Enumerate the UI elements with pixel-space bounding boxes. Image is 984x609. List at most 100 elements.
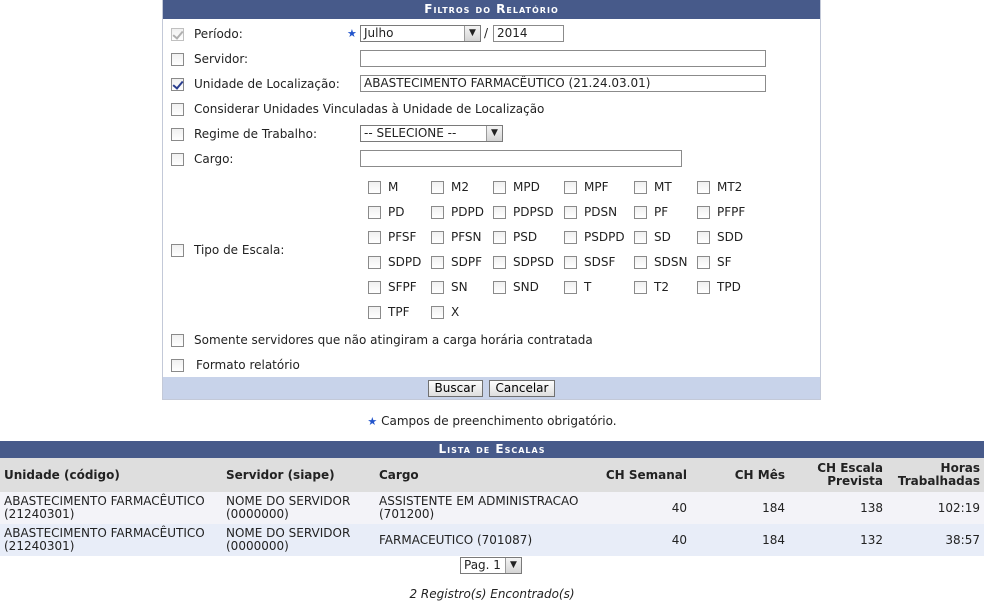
scale-option-snd[interactable]: SND — [493, 280, 539, 294]
scale-option-checkbox[interactable] — [634, 280, 647, 294]
scale-option-checkbox[interactable] — [634, 230, 647, 244]
scale-option-sdd[interactable]: SDD — [697, 230, 743, 244]
page-select[interactable]: Pag. 1 ▼ — [460, 557, 522, 574]
scale-option-sdsf[interactable]: SDSF — [564, 255, 615, 269]
scale-option-checkbox[interactable] — [493, 280, 506, 294]
scale-option-checkbox[interactable] — [368, 305, 381, 319]
scale-option-x[interactable]: X — [431, 305, 459, 319]
buscar-button[interactable]: Buscar — [427, 379, 483, 397]
somente-checkbox[interactable] — [171, 333, 184, 347]
scale-option-tpd[interactable]: TPD — [697, 280, 741, 294]
cargo-input[interactable] — [360, 150, 682, 167]
scale-option-checkbox[interactable] — [493, 180, 506, 194]
cell-cargo: FARMACEUTICO (701087) — [375, 524, 585, 556]
scale-option-sdpsd[interactable]: SDPSD — [493, 255, 554, 269]
scale-option-pfsn[interactable]: PFSN — [431, 230, 482, 244]
scale-option-pdpsd[interactable]: PDPSD — [493, 205, 554, 219]
scale-option-checkbox[interactable] — [368, 180, 381, 194]
scale-option-sfpf[interactable]: SFPF — [368, 280, 417, 294]
scale-option-checkbox[interactable] — [368, 205, 381, 219]
scale-option-psdpd[interactable]: PSDPD — [564, 230, 625, 244]
required-star-icon: ★ — [347, 27, 357, 40]
scale-option-sdsn[interactable]: SDSN — [634, 255, 687, 269]
scale-option-sdpd[interactable]: SDPD — [368, 255, 421, 269]
scale-option-checkbox[interactable] — [431, 255, 444, 269]
scale-option-sd[interactable]: SD — [634, 230, 671, 244]
scale-option-psd[interactable]: PSD — [493, 230, 537, 244]
scale-option-checkbox[interactable] — [368, 280, 381, 294]
scale-option-pf[interactable]: PF — [634, 205, 668, 219]
regime-checkbox[interactable] — [171, 127, 184, 141]
scale-option-label: PFSF — [388, 230, 417, 244]
scale-option-checkbox[interactable] — [431, 280, 444, 294]
scale-option-checkbox[interactable] — [697, 230, 710, 244]
scale-option-sf[interactable]: SF — [697, 255, 732, 269]
scale-option-checkbox[interactable] — [493, 230, 506, 244]
scale-option-checkbox[interactable] — [431, 205, 444, 219]
scale-option-checkbox[interactable] — [697, 280, 710, 294]
scale-option-checkbox[interactable] — [564, 205, 577, 219]
scale-option-label: M2 — [451, 180, 469, 194]
servidor-input[interactable] — [360, 50, 766, 67]
scale-option-label: PDPD — [451, 205, 484, 219]
unidade-name: ABASTECIMENTO FARMACÊUTICO — [4, 526, 205, 540]
scale-option-m2[interactable]: M2 — [431, 180, 469, 194]
cancelar-button[interactable]: Cancelar — [488, 379, 556, 397]
unidade-checkbox[interactable] — [171, 77, 184, 91]
scale-option-pdsn[interactable]: PDSN — [564, 205, 617, 219]
scale-option-checkbox[interactable] — [697, 205, 710, 219]
cargo-checkbox[interactable] — [171, 152, 184, 166]
scale-option-checkbox[interactable] — [368, 230, 381, 244]
vinculadas-label: Considerar Unidades Vinculadas à Unidade… — [194, 102, 545, 116]
scale-option-pdpd[interactable]: PDPD — [431, 205, 484, 219]
scale-option-label: SDPF — [451, 255, 482, 269]
scale-option-checkbox[interactable] — [564, 230, 577, 244]
year-input[interactable]: 2014 — [493, 25, 564, 42]
unidade-input[interactable]: ABASTECIMENTO FARMACÊUTICO (21.24.03.01) — [360, 75, 766, 92]
scale-option-checkbox[interactable] — [431, 305, 444, 319]
vinculadas-checkbox[interactable] — [171, 102, 184, 116]
scale-option-checkbox[interactable] — [564, 280, 577, 294]
scale-option-checkbox[interactable] — [493, 205, 506, 219]
escalas-table: Unidade (código) Servidor (siape) Cargo … — [0, 458, 984, 556]
scale-option-sn[interactable]: SN — [431, 280, 468, 294]
scale-option-mt2[interactable]: MT2 — [697, 180, 742, 194]
required-star-icon: ★ — [367, 415, 378, 428]
scale-option-checkbox[interactable] — [431, 230, 444, 244]
scale-option-checkbox[interactable] — [368, 255, 381, 269]
regime-select[interactable]: -- SELECIONE -- ▼ — [360, 125, 503, 142]
formato-checkbox[interactable] — [171, 358, 184, 372]
scale-option-mt[interactable]: MT — [634, 180, 672, 194]
scale-option-mpf[interactable]: MPF — [564, 180, 609, 194]
scale-option-checkbox[interactable] — [697, 180, 710, 194]
unidade-row: Unidade de Localização: — [171, 74, 340, 94]
scale-option-checkbox[interactable] — [431, 180, 444, 194]
somente-label: Somente servidores que não atingiram a c… — [194, 333, 593, 347]
scale-option-label: TPD — [717, 280, 741, 294]
scale-option-checkbox[interactable] — [634, 180, 647, 194]
scale-option-pfpf[interactable]: PFPF — [697, 205, 745, 219]
scale-option-mpd[interactable]: MPD — [493, 180, 540, 194]
scale-option-checkbox[interactable] — [697, 255, 710, 269]
scale-option-m[interactable]: M — [368, 180, 398, 194]
scale-option-pd[interactable]: PD — [368, 205, 404, 219]
scale-option-tpf[interactable]: TPF — [368, 305, 409, 319]
scale-option-t2[interactable]: T2 — [634, 280, 669, 294]
unidade-code: (21240301) — [4, 539, 75, 553]
scale-option-checkbox[interactable] — [564, 255, 577, 269]
scale-option-checkbox[interactable] — [493, 255, 506, 269]
servidor-name: NOME DO SERVIDOR — [226, 526, 351, 540]
scale-option-t[interactable]: T — [564, 280, 591, 294]
scale-option-checkbox[interactable] — [564, 180, 577, 194]
unidade-name: ABASTECIMENTO FARMACÊUTICO — [4, 494, 205, 508]
col-horas-line2: Trabalhadas — [897, 474, 980, 488]
tipo-escala-checkbox[interactable] — [171, 243, 184, 257]
col-unidade: Unidade (código) — [0, 458, 222, 492]
scale-option-checkbox[interactable] — [634, 255, 647, 269]
month-select[interactable]: Julho ▼ — [360, 25, 481, 42]
scale-option-pfsf[interactable]: PFSF — [368, 230, 416, 244]
scale-option-sdpf[interactable]: SDPF — [431, 255, 482, 269]
scale-option-checkbox[interactable] — [634, 205, 647, 219]
servidor-row: Servidor: — [171, 49, 248, 69]
servidor-checkbox[interactable] — [171, 52, 184, 66]
